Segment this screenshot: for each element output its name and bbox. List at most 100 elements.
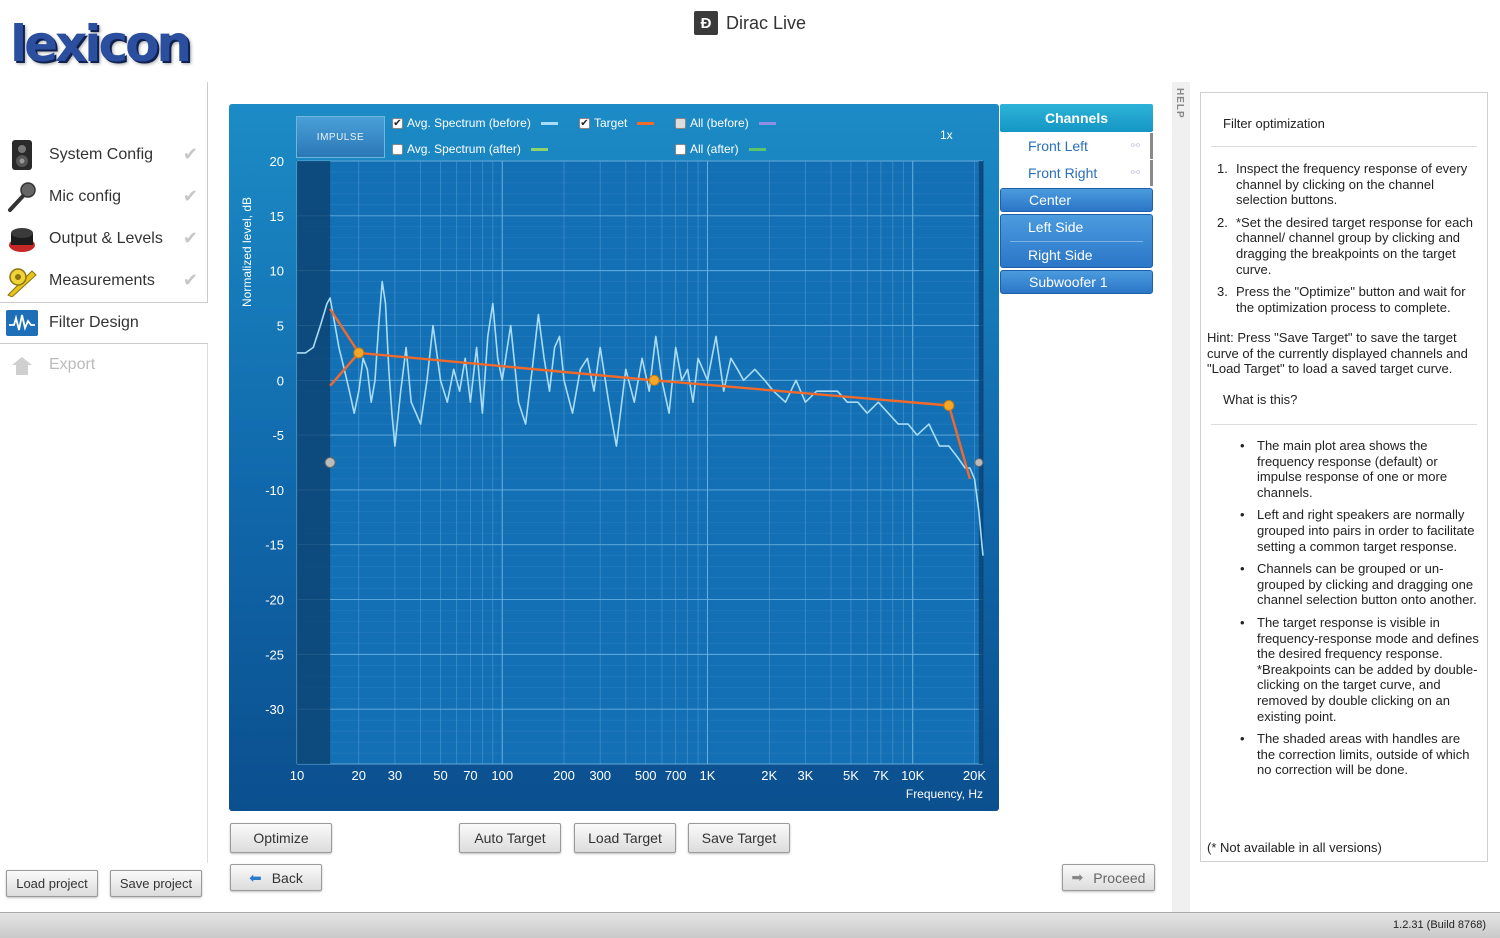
- legend-label: Avg. Spectrum (before): [407, 116, 531, 130]
- legend-label: Target: [594, 116, 628, 130]
- check-icon: ✔: [182, 228, 198, 248]
- legend-label: Avg. Spectrum (after): [407, 142, 521, 156]
- help-bullet: The main plot area shows the frequency r…: [1240, 438, 1479, 500]
- arrow-left-icon: ⬅: [249, 869, 262, 887]
- status-bar: 1.2.31 (Build 8768): [0, 912, 1500, 938]
- help-tab[interactable]: [1172, 82, 1190, 912]
- link-icon: ⚯: [1130, 167, 1140, 179]
- checkbox[interactable]: ✔: [392, 117, 403, 129]
- app-title: Dirac Live: [726, 12, 807, 33]
- channel-left-side[interactable]: Left Side: [1000, 214, 1153, 240]
- checkbox[interactable]: ✔: [579, 117, 590, 129]
- waveform-icon: [6, 307, 38, 339]
- checkbox[interactable]: [675, 117, 686, 129]
- channel-label: Left Side: [1028, 219, 1084, 235]
- auto-target-button[interactable]: Auto Target: [459, 823, 561, 853]
- sidebar-item-label: Export: [49, 356, 96, 373]
- save-target-button[interactable]: Save Target: [688, 823, 790, 853]
- channel-right-side[interactable]: Right Side: [1000, 242, 1153, 268]
- level-knob-icon: [6, 223, 38, 255]
- channel-front-left[interactable]: Front Left ⚯: [1000, 133, 1153, 159]
- impulse-tab[interactable]: IMPULSE: [296, 116, 385, 158]
- sidebar-divider: [207, 343, 208, 863]
- legend-avg-before[interactable]: ✔ Avg. Spectrum (before): [392, 116, 558, 130]
- zoom-level[interactable]: 1x: [940, 128, 953, 142]
- sidebar-item-label: Mic config: [49, 188, 122, 205]
- help-footnote: (* Not available in all versions): [1207, 840, 1382, 855]
- save-project-button[interactable]: Save project: [110, 870, 202, 897]
- channels-header: Channels: [1000, 104, 1153, 132]
- channel-label: Front Left: [1028, 138, 1088, 154]
- channel-label: Center: [1029, 192, 1072, 208]
- channel-subwoofer-1[interactable]: Subwoofer 1: [1000, 270, 1153, 294]
- sidebar-item-export: Export: [0, 344, 208, 386]
- sidebar-item-mic-config[interactable]: Mic config ✔: [0, 176, 208, 218]
- divider: [1211, 424, 1477, 425]
- proceed-label: Proceed: [1093, 869, 1146, 886]
- legend-label: All (after): [690, 142, 739, 156]
- load-project-button[interactable]: Load project: [6, 870, 98, 897]
- legend-target[interactable]: ✔ Target: [579, 116, 655, 130]
- channel-front-right[interactable]: Front Right ⚯: [1000, 160, 1153, 186]
- legend-line-swatch: [637, 121, 655, 125]
- help-bullet: The target response is visible in freque…: [1240, 615, 1479, 724]
- help-step: 2. *Set the desired target response for e…: [1217, 214, 1474, 277]
- help-what-title: What is this?: [1223, 392, 1298, 407]
- sidebar-item-system-config[interactable]: System Config ✔: [0, 134, 208, 176]
- channel-label: Right Side: [1028, 247, 1093, 263]
- divider: [1211, 146, 1477, 147]
- lexicon-logo: lexicon: [10, 15, 192, 73]
- sidebar-item-filter-design[interactable]: Filter Design: [0, 302, 208, 344]
- sidebar-item-label: Measurements: [49, 272, 155, 289]
- check-icon: ✔: [182, 186, 198, 206]
- sidebar-item-output-levels[interactable]: Output & Levels ✔: [0, 218, 208, 260]
- help-panel: Filter optimization 1. Inspect the freque…: [1200, 92, 1488, 862]
- legend-line-swatch: [758, 121, 776, 125]
- check-icon: ✔: [182, 144, 198, 164]
- app-title-bar: Đ Dirac Live: [694, 10, 806, 36]
- proceed-button[interactable]: ➡ Proceed: [1062, 864, 1155, 891]
- back-label: Back: [271, 869, 303, 886]
- sidebar-item-label: Output & Levels: [49, 230, 163, 247]
- plot-panel: [229, 104, 999, 811]
- tape-measure-icon: [6, 265, 38, 297]
- sidebar-item-label: Filter Design: [49, 314, 139, 331]
- checkbox[interactable]: [675, 143, 686, 155]
- legend-all-before[interactable]: All (before): [675, 116, 776, 130]
- sidebar-item-measurements[interactable]: Measurements ✔: [0, 260, 208, 302]
- arrow-right-icon: ➡: [1071, 869, 1084, 885]
- sidebar-nav: System Config ✔ Mic config ✔ Output & Le…: [0, 134, 208, 386]
- sidebar-item-label: System Config: [49, 146, 154, 163]
- help-bullet: Channels can be grouped or un-grouped by…: [1240, 561, 1479, 608]
- channel-label: Front Right: [1028, 165, 1098, 181]
- help-step: 1. Inspect the frequency response of ever…: [1217, 161, 1468, 208]
- help-bullets: The main plot area shows the frequency r…: [1240, 438, 1479, 785]
- help-bullet: The shaded areas with handles are the co…: [1240, 731, 1479, 778]
- dirac-logo-icon: Đ: [694, 11, 718, 35]
- version-label: 1.2.31 (Build 8768): [1393, 919, 1486, 931]
- microphone-icon: [6, 181, 38, 213]
- checkbox[interactable]: [392, 143, 403, 155]
- legend-all-after[interactable]: All (after): [675, 142, 766, 156]
- help-tab-label[interactable]: HELP: [1174, 88, 1185, 119]
- help-hint: Hint: Press "Save Target" to save the ta…: [1207, 330, 1468, 377]
- export-icon: [6, 349, 38, 381]
- channel-center[interactable]: Center: [1000, 188, 1153, 212]
- legend-line-swatch: [540, 121, 558, 125]
- app-window: lexicon Đ Dirac Live System Config ✔ Mic…: [0, 0, 1500, 938]
- help-title: Filter optimization: [1223, 116, 1325, 131]
- load-target-button[interactable]: Load Target: [574, 823, 676, 853]
- channel-label: Subwoofer 1: [1029, 274, 1108, 290]
- help-step: 3. Press the "Optimize" button and wait f…: [1217, 284, 1466, 315]
- legend-avg-after[interactable]: Avg. Spectrum (after): [392, 142, 548, 156]
- back-button[interactable]: ⬅ Back: [230, 864, 322, 891]
- legend-line-swatch: [748, 147, 766, 151]
- link-icon: ⚯: [1130, 140, 1140, 152]
- legend-label: All (before): [690, 116, 749, 130]
- speaker-icon: [6, 139, 38, 171]
- legend-line-swatch: [530, 147, 548, 151]
- help-bullet: Left and right speakers are normally gro…: [1240, 507, 1479, 554]
- optimize-button[interactable]: Optimize: [230, 823, 332, 853]
- check-icon: ✔: [182, 270, 198, 290]
- help-steps: 1. Inspect the frequency response of ever…: [1217, 161, 1481, 322]
